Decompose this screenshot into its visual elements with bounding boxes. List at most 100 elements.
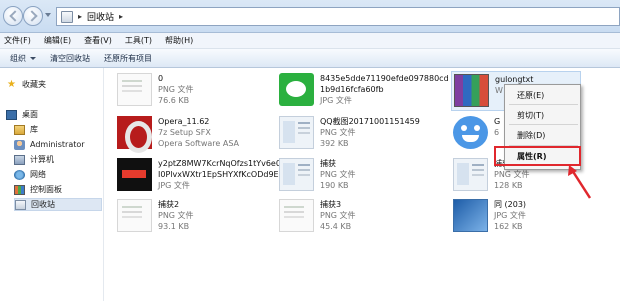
- sidebar-item-label: 桌面: [22, 110, 38, 119]
- sidebar-item-label: 网络: [30, 170, 46, 179]
- file-size: 76.6 KB: [158, 96, 190, 105]
- sidebar-item-control-panel[interactable]: 控制面板: [14, 183, 102, 196]
- address-box[interactable]: ▸ 回收站 ▸: [56, 7, 620, 26]
- sidebar-item-computer[interactable]: 计算机: [14, 153, 102, 166]
- sidebar-item-favorites[interactable]: ★ 收藏夹: [6, 78, 102, 91]
- organize-button[interactable]: 组织: [10, 53, 36, 64]
- empty-bin-button[interactable]: 清空回收站: [50, 53, 90, 64]
- file-name: 0: [158, 74, 164, 83]
- annotation-arrow-icon: [568, 165, 592, 199]
- sidebar-item-label: 计算机: [30, 155, 54, 164]
- file-item[interactable]: 捕获2 PNG 文件 93.1 KB: [117, 199, 194, 232]
- control-panel-icon: [14, 184, 25, 195]
- menu-divider: [509, 104, 578, 105]
- library-icon: [14, 124, 25, 135]
- sidebar-item-label: 收藏夹: [22, 80, 46, 89]
- file-name: 捕获2: [158, 200, 180, 209]
- file-size: 45.4 KB: [320, 222, 352, 231]
- user-folder-icon: [14, 139, 25, 150]
- file-name: 捕获: [320, 159, 336, 168]
- smiley-thumbnail-icon: [453, 116, 488, 149]
- file-name: 捕获3: [320, 200, 342, 209]
- menu-divider: [509, 124, 578, 125]
- back-arrow-icon: [9, 10, 21, 22]
- context-menu-restore[interactable]: 还原(E): [506, 87, 579, 103]
- wechat-thumbnail-icon: [279, 73, 314, 106]
- file-item[interactable]: y2ptZ8MW7KcrNqOfzs1tYv6e02 I0PlvxWXtr1Ep…: [117, 158, 286, 191]
- file-item[interactable]: 0 PNG 文件 76.6 KB: [117, 73, 194, 106]
- screenshot-thumbnail-icon: [279, 158, 314, 191]
- address-bar-area: ▸ 回收站 ▸: [0, 0, 620, 33]
- context-menu-delete[interactable]: 删除(D): [506, 127, 579, 143]
- menu-tools[interactable]: 工具(T): [125, 35, 152, 46]
- menu-bar: 文件(F) 编辑(E) 查看(V) 工具(T) 帮助(H): [0, 33, 620, 49]
- chevron-down-icon: [30, 56, 36, 60]
- back-button[interactable]: [3, 6, 23, 26]
- screenshot-thumbnail-icon: [279, 116, 314, 149]
- file-name: y2ptZ8MW7KcrNqOfzs1tYv6e02: [158, 159, 287, 168]
- navigation-pane: ★ 收藏夹 桌面 库 Administrator 计算机 网络 控制面板 回收站: [0, 68, 104, 301]
- file-item[interactable]: QQ截图20171001151459 PNG 文件 392 KB: [279, 116, 420, 149]
- sidebar-item-administrator[interactable]: Administrator: [14, 138, 102, 151]
- recycle-bin-icon: [61, 10, 73, 23]
- sidebar-item-label: 回收站: [31, 200, 55, 209]
- file-type: PNG 文件: [158, 85, 194, 94]
- file-name-line2: 1b9d16fcfa60fb: [320, 85, 384, 94]
- file-name: QQ截图20171001151459: [320, 117, 420, 126]
- file-name: 8435e5dde71190efde097880cd: [320, 74, 449, 83]
- command-bar: 组织 清空回收站 还原所有项目: [0, 49, 620, 68]
- screenshot-thumbnail-icon: [453, 158, 488, 191]
- file-type: JPG 文件: [158, 181, 190, 190]
- file-name: Opera_11.62: [158, 117, 210, 126]
- sidebar-item-label: 库: [30, 125, 38, 134]
- sidebar-item-label: Administrator: [30, 140, 85, 149]
- sidebar-item-recycle-bin[interactable]: 回收站: [14, 198, 102, 211]
- forward-button[interactable]: [23, 6, 43, 26]
- file-size: 128 KB: [494, 181, 523, 190]
- opera-icon: [117, 116, 152, 153]
- file-size: 190 KB: [320, 181, 349, 190]
- image-thumbnail-icon: [117, 158, 152, 191]
- photo-thumbnail-icon: [453, 199, 488, 232]
- file-size: 392 KB: [320, 139, 349, 148]
- sidebar-item-desktop[interactable]: 桌面: [6, 108, 102, 121]
- file-type: JPG 文件: [494, 211, 526, 220]
- file-name: G: [494, 117, 501, 126]
- file-item[interactable]: 同 (203) JPG 文件 162 KB: [453, 199, 526, 232]
- breadcrumb-separator-icon[interactable]: ▸: [78, 12, 82, 21]
- menu-view[interactable]: 查看(V): [84, 35, 112, 46]
- document-thumbnail-icon: [117, 199, 152, 232]
- menu-help[interactable]: 帮助(H): [165, 35, 193, 46]
- file-type: 7z Setup SFX: [158, 128, 211, 137]
- menu-edit[interactable]: 编辑(E): [44, 35, 71, 46]
- context-menu-cut[interactable]: 剪切(T): [506, 107, 579, 123]
- sidebar-item-network[interactable]: 网络: [14, 168, 102, 181]
- file-type: PNG 文件: [320, 211, 356, 220]
- restore-all-button[interactable]: 还原所有项目: [104, 53, 152, 64]
- forward-arrow-icon: [26, 10, 38, 22]
- network-icon: [14, 169, 25, 180]
- winrar-icon: [454, 74, 489, 107]
- file-type: 6: [494, 128, 500, 137]
- file-name: 同 (203): [494, 200, 527, 209]
- sidebar-item-library[interactable]: 库: [14, 123, 102, 136]
- file-item[interactable]: G 6: [453, 116, 500, 149]
- file-type: PNG 文件: [320, 128, 356, 137]
- breadcrumb-recycle-bin[interactable]: 回收站: [87, 10, 114, 23]
- history-dropdown-icon[interactable]: [45, 13, 51, 17]
- file-item[interactable]: 捕获3 PNG 文件 45.4 KB: [279, 199, 356, 232]
- sidebar-item-label: 控制面板: [30, 185, 62, 194]
- file-item[interactable]: Opera_11.62 7z Setup SFX Opera Software …: [117, 116, 239, 153]
- file-type: PNG 文件: [158, 211, 194, 220]
- file-name-line2: I0PlvxWXtr1EpSHYXfKcODd9E...: [158, 170, 287, 179]
- menu-file[interactable]: 文件(F): [4, 35, 31, 46]
- file-type: PNG 文件: [494, 170, 530, 179]
- desktop-icon: [6, 109, 17, 120]
- breadcrumb-chevron-icon[interactable]: ▸: [119, 12, 123, 21]
- file-item[interactable]: 捕获 PNG 文件 190 KB: [279, 158, 356, 191]
- file-item[interactable]: 8435e5dde71190efde097880cd 1b9d16fcfa60f…: [279, 73, 449, 106]
- computer-icon: [14, 154, 25, 165]
- file-type: JPG 文件: [320, 96, 352, 105]
- file-size: 93.1 KB: [158, 222, 190, 231]
- organize-label: 组织: [10, 53, 26, 63]
